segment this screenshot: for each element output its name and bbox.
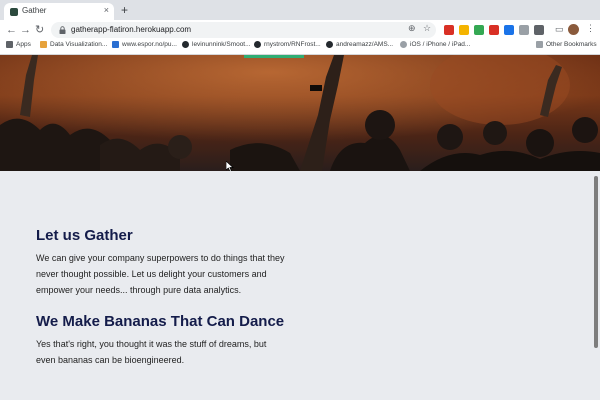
extension-icon[interactable] [459,25,469,35]
extension-icon[interactable] [489,25,499,35]
bookmark-label: iOS / iPhone / iPad... [410,41,471,48]
zoom-icon[interactable]: ⊕ [408,23,416,34]
browser-tab-strip: Gather × + [0,0,600,20]
bookmark-label: Apps [16,41,31,48]
menu-dots-icon[interactable]: ⋮ [586,23,595,34]
bookmarks-bar: Apps Data Visualization... www.espor.no/… [0,40,600,55]
avatar[interactable] [568,24,579,35]
accent-bar [244,55,304,58]
bookmark-item[interactable]: rnystrom/RNFrost... [254,41,321,48]
site-icon [112,41,119,48]
bookmark-label: Data Visualization... [50,41,108,48]
bookmark-item[interactable]: www.espor.no/pu... [112,41,177,48]
url-text: gatherapp-flatiron.herokuapp.com [71,25,192,34]
bookmark-label: www.espor.no/pu... [122,41,177,48]
github-icon [326,41,333,48]
section-body: We can give your company superpowers to … [36,253,285,295]
github-icon [254,41,261,48]
extension-icon[interactable] [504,25,514,35]
browser-toolbar: ← → ↻ gatherapp-flatiron.herokuapp.com ⊕… [0,20,600,40]
address-bar[interactable]: gatherapp-flatiron.herokuapp.com ⊕ ☆ [51,22,436,38]
bookmark-item[interactable]: levinunnink/Smoot... [182,41,251,48]
star-bookmark-icon[interactable]: ☆ [423,23,431,34]
reload-icon[interactable]: ↻ [35,23,44,37]
apps-grid-icon [6,41,13,48]
bookmark-label: rnystrom/RNFrost... [264,41,321,48]
concert-crowd-image [0,55,600,171]
other-bookmarks-label: Other Bookmarks [546,41,597,48]
bookmark-item[interactable]: andreamazz/AMS... [326,41,393,48]
site-icon [400,41,407,48]
extension-icon[interactable] [519,25,529,35]
section-heading: Let us Gather [36,227,133,244]
cast-icon[interactable]: ▭ [555,24,564,35]
other-bookmarks[interactable]: Other Bookmarks [536,41,597,48]
content-section: Let us Gather We can give your company s… [0,171,600,400]
folder-icon [536,41,543,48]
bookmark-label: andreamazz/AMS... [336,41,394,48]
extension-icon[interactable] [534,25,544,35]
section-heading: We Make Bananas That Can Dance [36,313,285,330]
chart-icon [40,41,47,48]
scrollbar-thumb[interactable] [594,176,598,348]
gather-favicon-icon [10,8,18,16]
bookmark-label: levinunnink/Smoot... [192,41,251,48]
browser-tab[interactable]: Gather × [4,3,114,20]
hero-image [0,55,600,171]
tab-title: Gather [22,6,47,15]
extension-icon[interactable] [444,25,454,35]
extension-icon[interactable] [474,25,484,35]
github-icon [182,41,189,48]
bookmark-item[interactable]: Apps [6,41,31,48]
new-tab-button[interactable]: + [121,2,128,18]
section-body: Yes that's right, you thought it was the… [36,339,267,365]
bookmark-item[interactable]: iOS / iPhone / iPad... [400,41,470,48]
bookmark-item[interactable]: Data Visualization... [40,41,107,48]
forward-arrow-icon[interactable]: → [20,23,31,37]
back-arrow-icon[interactable]: ← [6,23,17,37]
close-tab-icon[interactable]: × [104,5,109,15]
lock-icon [59,26,66,34]
